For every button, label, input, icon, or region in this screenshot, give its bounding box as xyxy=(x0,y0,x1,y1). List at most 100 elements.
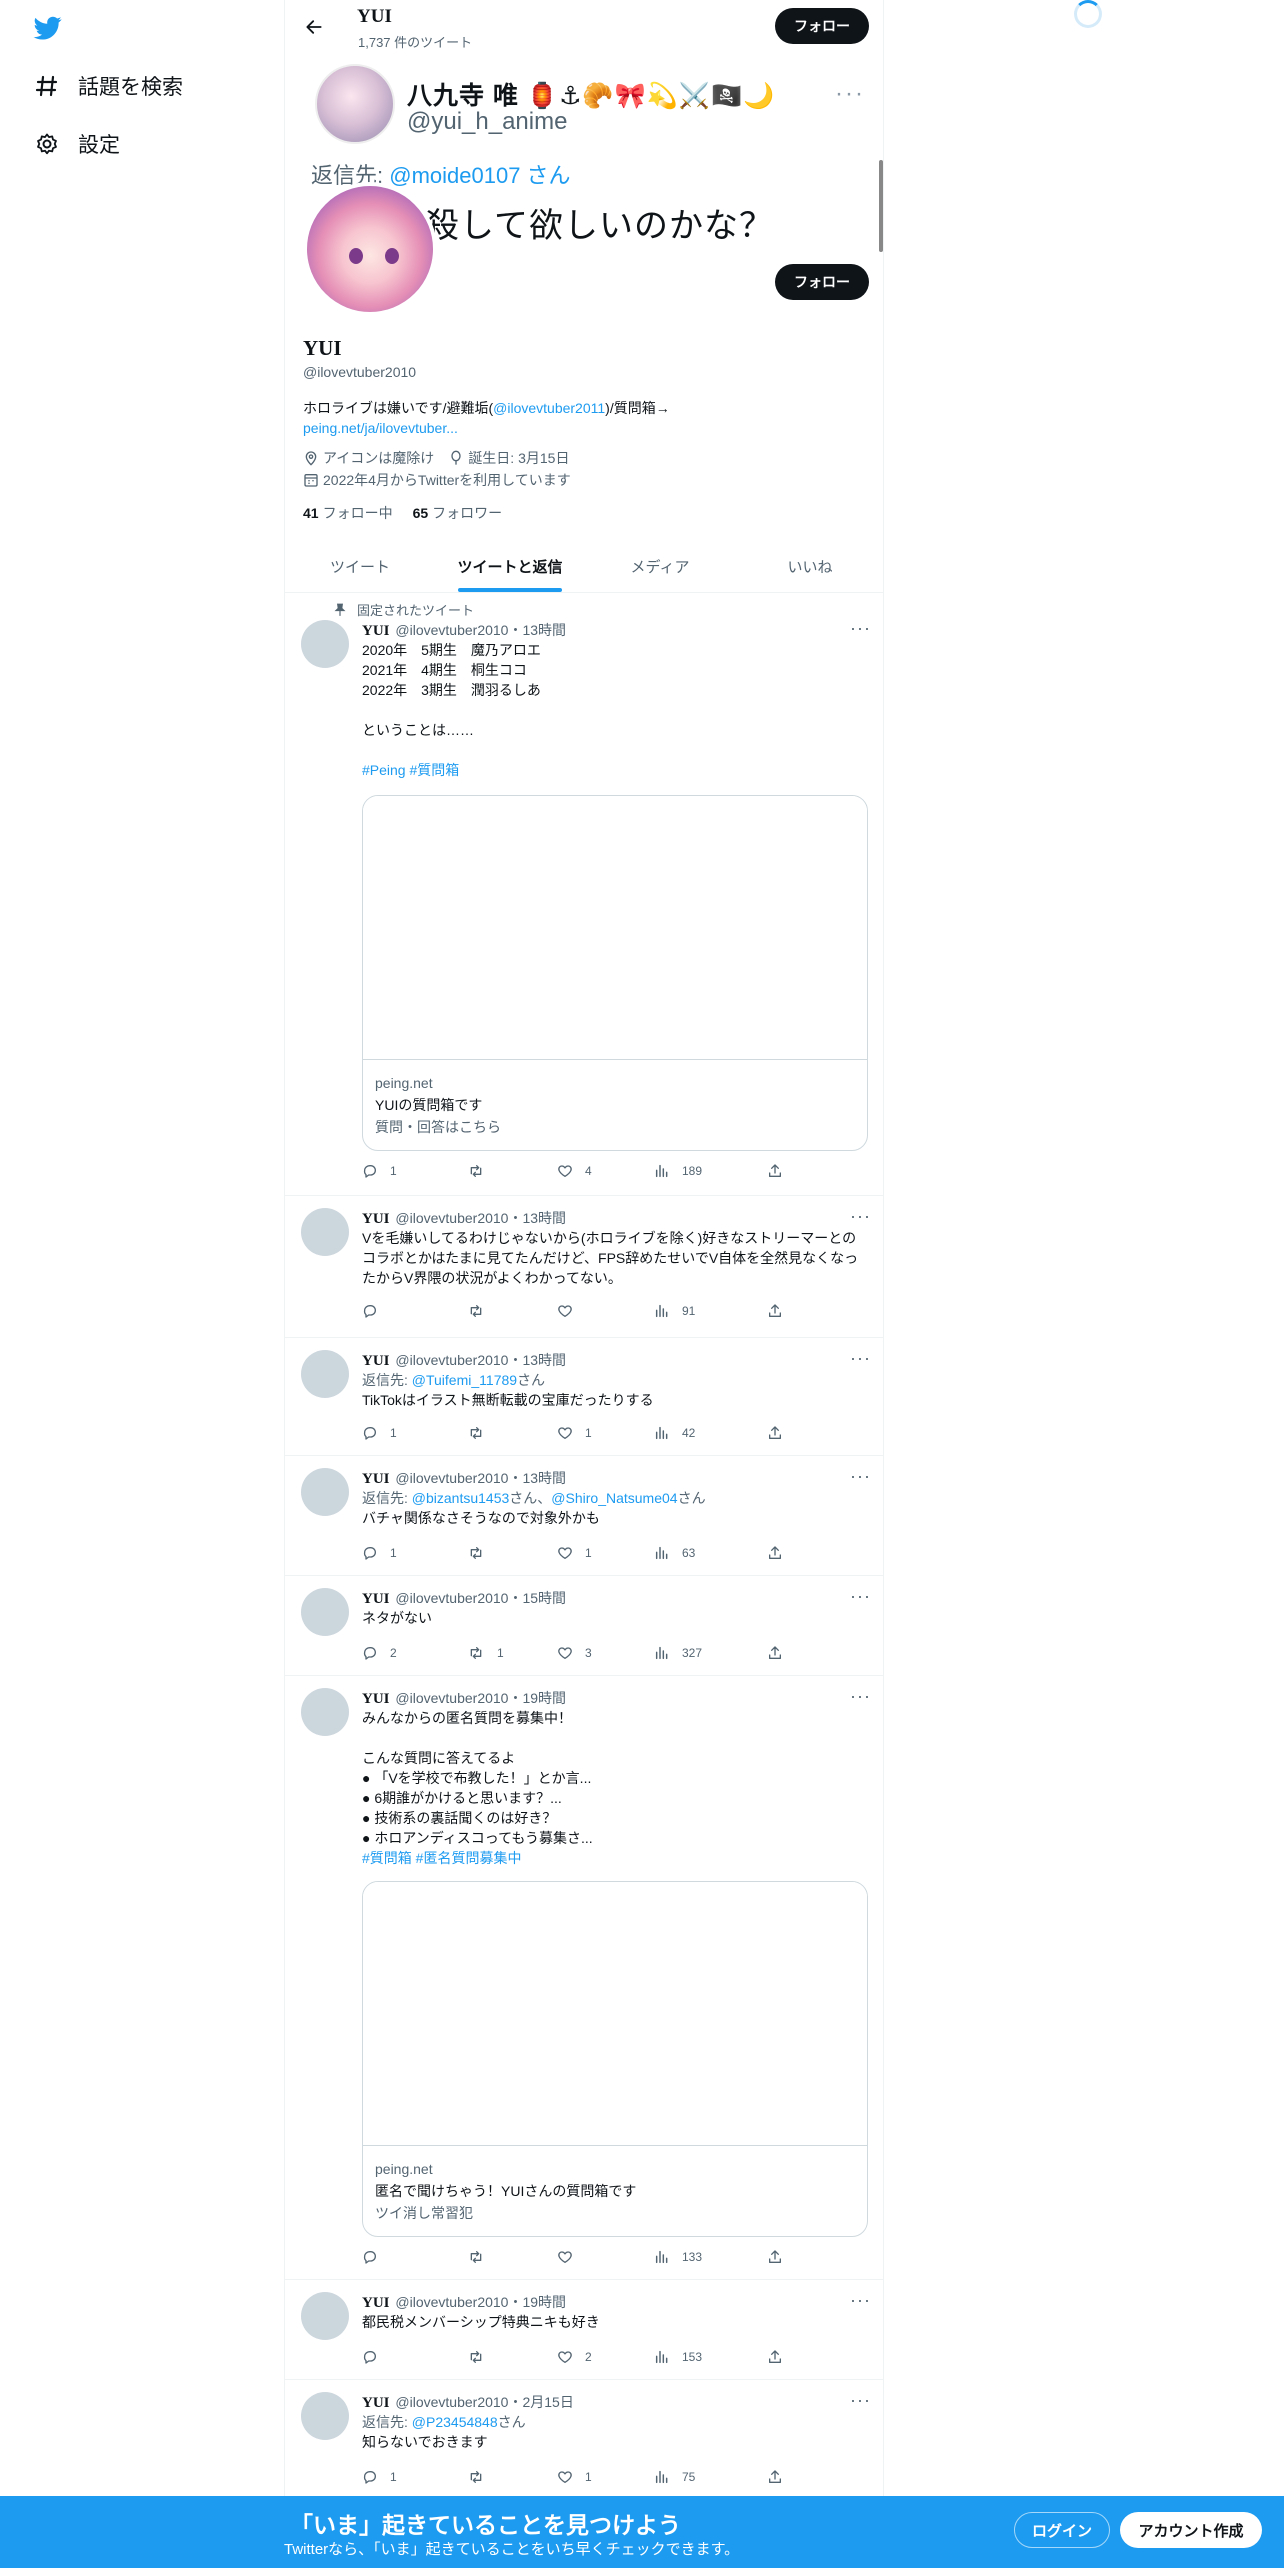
retweet-button[interactable] xyxy=(467,1303,497,1319)
tweet-avatar[interactable] xyxy=(301,2392,349,2440)
views-button[interactable]: 42 xyxy=(654,1425,695,1441)
views-button[interactable]: 189 xyxy=(654,1163,702,1179)
joined-item: 2022年4月からTwitterを利用しています xyxy=(303,470,571,490)
like-count: 1 xyxy=(585,1546,592,1560)
sidebar-item-label: 設定 xyxy=(78,134,120,157)
reply-to-link[interactable]: @Tuifemi_11789 xyxy=(412,1372,517,1388)
like-button[interactable]: 2 xyxy=(557,2349,592,2365)
heart-icon xyxy=(558,1547,572,1559)
like-button[interactable]: 3 xyxy=(557,1645,592,1661)
profile-joined-row: 2022年4月からTwitterを利用しています xyxy=(303,470,585,490)
retweet-button[interactable] xyxy=(467,2349,497,2365)
share-button[interactable] xyxy=(767,2469,795,2485)
bio-text: )/質問箱→ xyxy=(605,400,670,416)
views-button[interactable]: 75 xyxy=(654,2469,695,2485)
retweet-button[interactable] xyxy=(467,2249,497,2265)
views-button[interactable]: 91 xyxy=(654,1303,695,1319)
share-button[interactable] xyxy=(767,1163,795,1179)
share-button[interactable] xyxy=(767,1425,795,1441)
tweet-avatar[interactable] xyxy=(301,1468,349,1516)
reply-to-link[interactable]: @Shiro_Natsume04 xyxy=(551,1490,677,1506)
tweet[interactable]: ··· YUI @ilovevtuber2010・13時間 返信先: @biza… xyxy=(285,1456,883,1576)
like-button[interactable] xyxy=(557,2249,585,2265)
tweet[interactable]: ··· YUI @ilovevtuber2010・13時間 返信先: @Tuif… xyxy=(285,1338,883,1456)
tab-tweets[interactable]: ツイート xyxy=(285,540,435,592)
reply-button[interactable]: 2 xyxy=(362,1645,397,1661)
views-button[interactable]: 153 xyxy=(654,2349,702,2365)
tweet[interactable]: ··· YUI @ilovevtuber2010・13時間 2020年 5期生 … xyxy=(285,594,883,1196)
link-card[interactable]: peing.net 匿名で聞けちゃう！YUIさんの質問箱です ツイ消し常習犯 xyxy=(362,1881,868,2237)
tweet-hashtags[interactable]: #質問箱 #匿名質問募集中 xyxy=(362,1848,870,1868)
tweet-avatar[interactable] xyxy=(301,1588,349,1636)
like-button[interactable]: 4 xyxy=(557,1163,592,1179)
bio-mention-link[interactable]: @ilovevtuber2011 xyxy=(493,400,605,416)
tweet-avatar[interactable] xyxy=(301,1208,349,1256)
reply-to-link[interactable]: @bizantsu1453 xyxy=(412,1490,510,1506)
tweet-avatar[interactable] xyxy=(301,2292,349,2340)
reply-button[interactable] xyxy=(362,1303,390,1319)
like-button[interactable]: 1 xyxy=(557,1545,592,1561)
follow-button[interactable]: フォロー xyxy=(775,264,869,300)
avatar[interactable] xyxy=(303,182,437,316)
login-button[interactable]: ログイン xyxy=(1014,2512,1110,2548)
retweet-button[interactable] xyxy=(467,1425,497,1441)
share-button[interactable] xyxy=(767,2249,795,2265)
reply-to-link[interactable]: @P23454848 xyxy=(412,2414,498,2430)
tweet[interactable]: ··· YUI @ilovevtuber2010・19時間 みんなからの匿名質問… xyxy=(285,1676,883,2280)
reply-icon xyxy=(363,1647,376,1660)
tweet-avatar[interactable] xyxy=(301,1350,349,1398)
reply-button[interactable]: 1 xyxy=(362,1163,397,1179)
twitter-logo-icon[interactable] xyxy=(32,14,64,42)
card-domain: peing.net xyxy=(375,2161,433,2177)
retweet-button[interactable] xyxy=(467,2469,497,2485)
reply-button[interactable]: 1 xyxy=(362,1425,397,1441)
page-title: YUI xyxy=(357,6,392,27)
tweet-avatar[interactable] xyxy=(301,1688,349,1736)
joined-text: 2022年4月からTwitterを利用しています xyxy=(323,472,571,488)
sidebar-item-explore[interactable]: 話題を検索 xyxy=(30,66,183,106)
tweet-text: TikTokはイラスト無断転載の宝庫だったりする xyxy=(362,1392,654,1408)
bio-url-link[interactable]: peing.net/ja/ilovevtuber... xyxy=(303,420,458,436)
reply-suffix: さん xyxy=(517,1372,546,1388)
retweet-button[interactable] xyxy=(467,1163,497,1179)
share-button[interactable] xyxy=(767,1303,795,1319)
retweet-button[interactable] xyxy=(467,1545,497,1561)
reply-button[interactable] xyxy=(362,2349,390,2365)
back-arrow-icon[interactable] xyxy=(299,12,329,42)
views-button[interactable]: 327 xyxy=(654,1645,702,1661)
tab-likes[interactable]: いいね xyxy=(735,540,883,592)
retweet-button[interactable]: 1 xyxy=(467,1645,504,1661)
reply-button[interactable]: 1 xyxy=(362,2469,397,2485)
views-button[interactable]: 133 xyxy=(654,2249,702,2265)
follow-button-header[interactable]: フォロー xyxy=(775,8,869,44)
tweet-count: 1,737 件のツイート xyxy=(358,35,473,50)
following-link[interactable]: 41 フォロー中 xyxy=(303,503,393,523)
tweet-meta: @ilovevtuber2010・2月15日 xyxy=(395,2394,574,2410)
share-button[interactable] xyxy=(767,2349,795,2365)
reply-button[interactable]: 1 xyxy=(362,1545,397,1561)
like-button[interactable]: 1 xyxy=(557,2469,592,2485)
scrollbar-thumb[interactable] xyxy=(879,160,883,252)
link-card[interactable]: peing.net YUIの質問箱です 質問・回答はこちら xyxy=(362,795,868,1151)
reply-count: 1 xyxy=(390,1546,397,1560)
share-button[interactable] xyxy=(767,1545,795,1561)
tweet[interactable]: ··· YUI @ilovevtuber2010・19時間 都民税メンバーシップ… xyxy=(285,2280,883,2380)
tweet-hashtags[interactable]: #Peing #質問箱 xyxy=(362,760,870,780)
tweet-text: 都民税メンバーシップ特典ニキも好き xyxy=(362,2314,600,2330)
like-button[interactable] xyxy=(557,1303,585,1319)
share-button[interactable] xyxy=(767,1645,795,1661)
tweet[interactable]: ··· YUI @ilovevtuber2010・13時間 Vを毛嫌いしてるわけ… xyxy=(285,1196,883,1338)
tab-tweets-and-replies[interactable]: ツイートと返信 xyxy=(435,540,585,592)
tweet-avatar[interactable] xyxy=(301,620,349,668)
share-icon xyxy=(769,2350,781,2363)
reply-prefix: 返信先: xyxy=(362,2414,412,2430)
signup-button[interactable]: アカウント作成 xyxy=(1120,2512,1262,2548)
followers-link[interactable]: 65 フォロワー xyxy=(413,503,503,523)
tab-media[interactable]: メディア xyxy=(585,540,735,592)
sidebar-item-settings[interactable]: 設定 xyxy=(30,124,120,164)
reply-button[interactable] xyxy=(362,2249,390,2265)
views-button[interactable]: 63 xyxy=(654,1545,695,1561)
like-button[interactable]: 1 xyxy=(557,1425,592,1441)
tweet[interactable]: ··· YUI @ilovevtuber2010・15時間 ネタがない 2133… xyxy=(285,1576,883,1676)
tweet[interactable]: ··· YUI @ilovevtuber2010・2月15日 返信先: @P23… xyxy=(285,2380,883,2500)
